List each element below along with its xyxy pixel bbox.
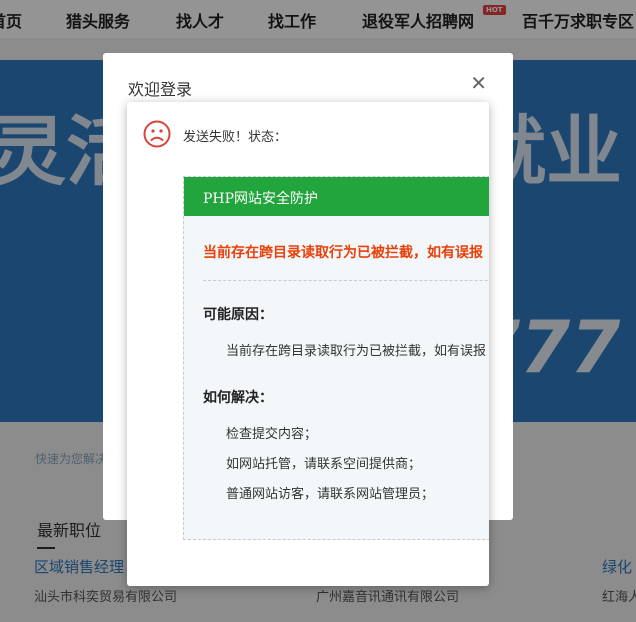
login-dialog-title: 欢迎登录 — [128, 80, 193, 99]
solution-item: 检查提交内容； — [226, 427, 318, 442]
solution-heading: 如何解决： — [203, 390, 273, 406]
waf-alert-text: 当前存在跨目录读取行为已被拦截，如有误报 — [203, 245, 483, 261]
error-dialog: 发送失败！状态： PHP网站安全防护 当前存在跨目录读取行为已被拦截，如有误报 … — [127, 102, 489, 586]
close-icon[interactable]: ✕ — [470, 71, 487, 95]
waf-header: PHP网站安全防护 — [184, 177, 489, 216]
solution-item: 如网站托管，请联系空间提供商； — [226, 457, 422, 472]
divider — [203, 280, 489, 281]
reason-heading: 可能原因： — [203, 307, 273, 323]
reason-text: 当前存在跨目录读取行为已被拦截，如有误报 — [226, 344, 487, 359]
error-message: 发送失败！状态： — [183, 130, 288, 145]
waf-block-page: PHP网站安全防护 当前存在跨目录读取行为已被拦截，如有误报 可能原因： 当前存… — [183, 176, 489, 540]
sad-face-icon — [143, 120, 171, 148]
waf-header-title: PHP网站安全防护 — [203, 191, 319, 207]
solution-item: 普通网站访客，请联系网站管理员； — [226, 487, 435, 502]
